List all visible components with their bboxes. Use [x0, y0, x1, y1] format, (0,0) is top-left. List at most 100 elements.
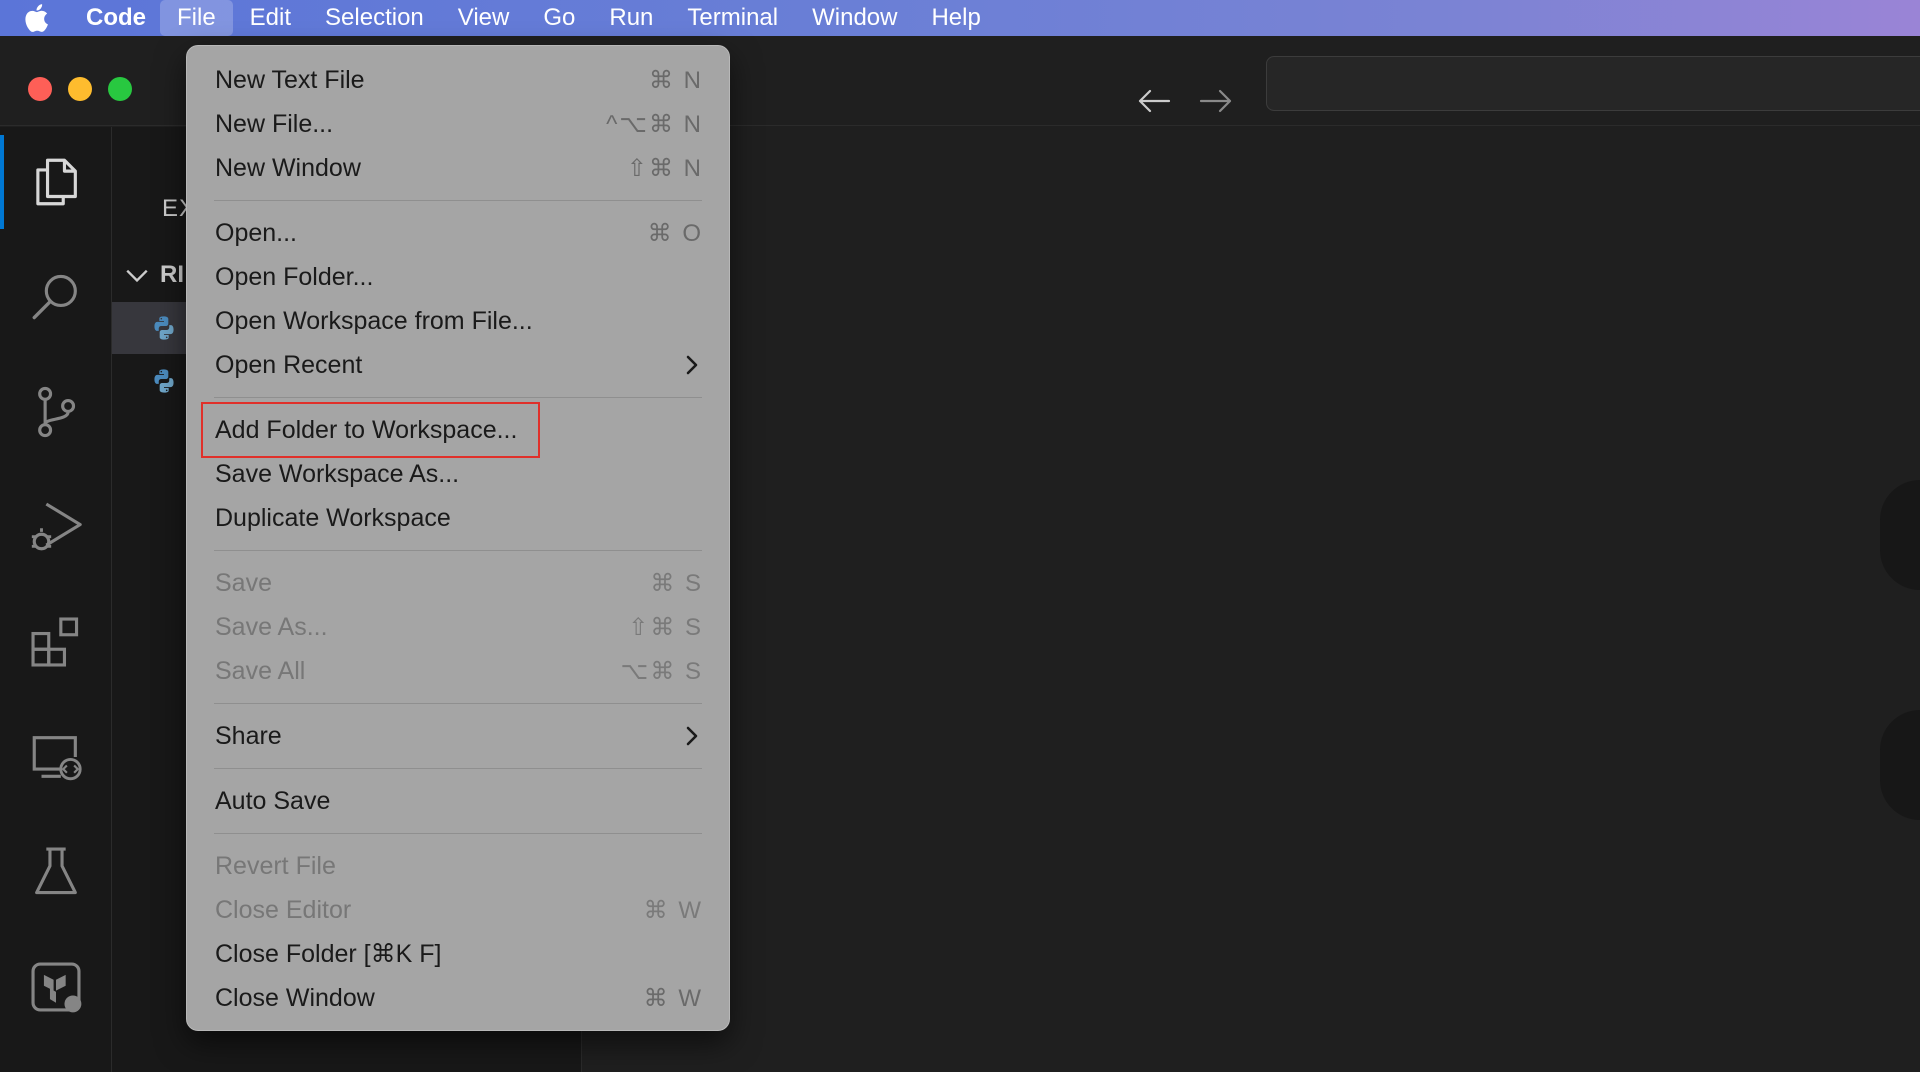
menu-item-label: Close Window — [215, 983, 375, 1012]
remote-explorer-icon — [32, 736, 82, 781]
decorative-shape — [1880, 710, 1920, 820]
menu-item-open-workspace-from-file[interactable]: Open Workspace from File... — [187, 299, 729, 343]
menu-item-save: Save ⌘ S — [187, 561, 729, 605]
menubar-view[interactable]: View — [441, 0, 527, 36]
terraform-icon — [31, 962, 82, 1013]
close-window-button[interactable] — [28, 77, 52, 101]
menu-item-new-window[interactable]: New Window ⇧⌘ N — [187, 146, 729, 190]
python-file-icon — [154, 369, 174, 393]
apple-icon[interactable] — [0, 0, 72, 36]
menu-item-save-as: Save As... ⇧⌘ S — [187, 605, 729, 649]
remote-explorer-activity[interactable] — [0, 702, 112, 812]
menu-item-open-folder[interactable]: Open Folder... — [187, 255, 729, 299]
files-icon — [36, 158, 77, 206]
minimize-window-button[interactable] — [68, 77, 92, 101]
menu-item-label: Revert File — [215, 851, 336, 880]
menu-item-label: Close Editor — [215, 895, 352, 924]
menu-item-label: Save As... — [215, 612, 328, 641]
menu-item-label: Open Workspace from File... — [215, 306, 533, 335]
flask-icon — [35, 847, 77, 895]
menu-item-label: Duplicate Workspace — [215, 503, 451, 532]
menubar-edit[interactable]: Edit — [233, 0, 308, 36]
menu-item-duplicate-workspace[interactable]: Duplicate Workspace — [187, 496, 729, 540]
python-file-icon — [154, 316, 174, 340]
chevron-right-icon — [686, 355, 698, 375]
menu-item-label: Open... — [215, 218, 297, 247]
decorative-shape — [1880, 480, 1920, 590]
menubar-run[interactable]: Run — [592, 0, 670, 36]
menubar-file[interactable]: File — [160, 0, 233, 36]
menubar-selection[interactable]: Selection — [308, 0, 441, 36]
terraform-activity[interactable] — [0, 932, 112, 1042]
menu-item-label: Save — [215, 568, 272, 597]
menu-item-share[interactable]: Share — [187, 714, 729, 758]
menu-item-shortcut: ⇧⌘ N — [626, 154, 703, 182]
apple-logo-icon — [25, 4, 48, 32]
menu-separator — [214, 550, 702, 551]
menubar-terminal[interactable]: Terminal — [670, 0, 795, 36]
menu-item-open[interactable]: Open... ⌘ O — [187, 211, 729, 255]
menubar-window[interactable]: Window — [795, 0, 914, 36]
file-menu-dropdown: New Text File ⌘ N New File... ^⌥⌘ N New Wind… — [186, 45, 730, 1031]
go-forward-button[interactable] — [1196, 86, 1236, 116]
menu-item-label: New Window — [215, 153, 361, 182]
macos-menu-bar: Code File Edit Selection View Go Run Ter… — [0, 0, 1920, 36]
chevron-down-icon — [126, 269, 148, 283]
menu-item-shortcut: ⌘ W — [643, 984, 703, 1012]
folder-section-label: RI — [160, 261, 184, 288]
menu-separator — [214, 200, 702, 201]
search-icon — [32, 274, 77, 320]
extensions-activity[interactable] — [0, 587, 112, 697]
menu-item-save-workspace-as[interactable]: Save Workspace As... — [187, 452, 729, 496]
chevron-right-icon — [686, 726, 698, 746]
menubar-help[interactable]: Help — [914, 0, 997, 36]
menu-item-revert-file: Revert File — [187, 844, 729, 888]
source-control-activity[interactable] — [0, 357, 112, 467]
folder-section-header[interactable]: RI — [124, 261, 184, 289]
menu-item-shortcut: ⌘ O — [647, 219, 703, 247]
menu-item-label: Share — [215, 721, 282, 750]
menu-item-close-editor: Close Editor ⌘ W — [187, 888, 729, 932]
menu-item-label: New Text File — [215, 65, 365, 94]
explorer-activity[interactable] — [0, 127, 112, 237]
menu-item-add-folder-to-workspace[interactable]: Add Folder to Workspace... — [187, 402, 729, 458]
source-control-icon — [38, 386, 76, 438]
menu-item-shortcut: ⌘ W — [643, 896, 703, 924]
extensions-icon — [31, 617, 79, 667]
menu-item-new-text-file[interactable]: New Text File ⌘ N — [187, 58, 729, 102]
menu-item-close-window[interactable]: Close Window ⌘ W — [187, 976, 729, 1020]
menu-item-close-folder-k-f[interactable]: Close Folder [⌘K F] — [187, 932, 729, 976]
activity-bar — [0, 127, 112, 1072]
menu-item-shortcut: ⌘ N — [649, 66, 703, 94]
menu-item-label: Save Workspace As... — [215, 459, 460, 488]
command-center-search[interactable] — [1266, 56, 1920, 111]
menubar-go[interactable]: Go — [526, 0, 592, 36]
menu-item-label: Add Folder to Workspace... — [215, 415, 518, 444]
menu-separator — [214, 833, 702, 834]
menu-item-open-recent[interactable]: Open Recent — [187, 343, 729, 387]
menubar-app-name[interactable]: Code — [72, 0, 160, 36]
go-back-button[interactable] — [1134, 86, 1174, 116]
run-debug-icon — [31, 502, 82, 551]
menu-item-shortcut: ⇧⌘ S — [628, 613, 703, 641]
menu-item-auto-save[interactable]: Auto Save — [187, 779, 729, 823]
menu-item-new-file[interactable]: New File... ^⌥⌘ N — [187, 102, 729, 146]
arrow-right-icon — [1199, 89, 1232, 113]
menu-item-label: Auto Save — [215, 786, 331, 815]
testing-activity[interactable] — [0, 817, 112, 927]
menu-item-shortcut: ^⌥⌘ N — [606, 110, 703, 138]
menu-item-label: Close Folder [⌘K F] — [215, 940, 442, 968]
menu-separator — [214, 397, 702, 398]
search-activity[interactable] — [0, 242, 112, 352]
menu-item-label: Save All — [215, 656, 306, 685]
editor-area — [583, 127, 1920, 1072]
menu-item-save-all: Save All ⌥⌘ S — [187, 649, 729, 693]
menu-item-shortcut: ⌘ S — [650, 569, 703, 597]
menu-item-label: Open Recent — [215, 350, 363, 379]
run-debug-activity[interactable] — [0, 472, 112, 582]
menu-item-shortcut: ⌥⌘ S — [620, 657, 703, 685]
menu-separator — [214, 703, 702, 704]
zoom-window-button[interactable] — [108, 77, 132, 101]
arrow-left-icon — [1138, 89, 1171, 113]
menu-item-label: Open Folder... — [215, 262, 374, 291]
